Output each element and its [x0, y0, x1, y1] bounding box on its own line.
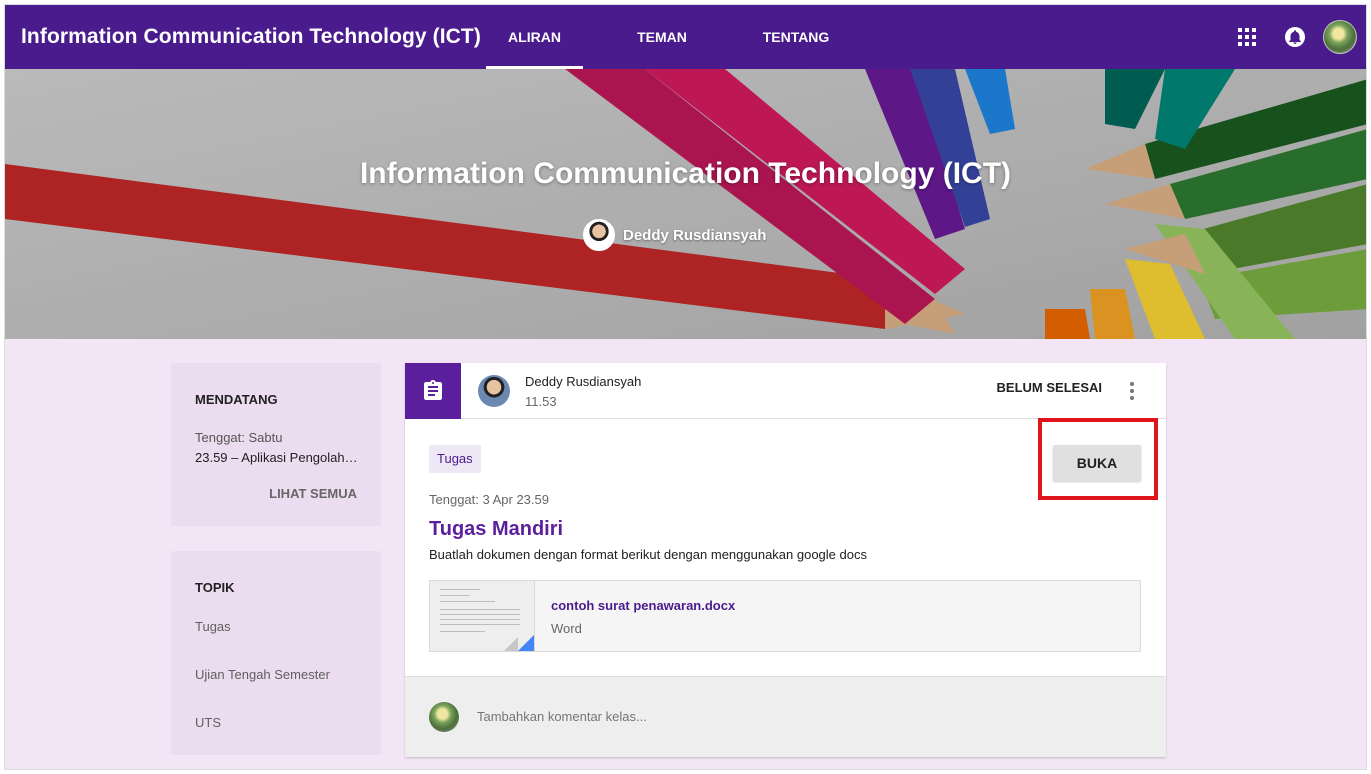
topic-item-ujian-tengah-semester[interactable]: Ujian Tengah Semester — [195, 667, 330, 682]
apps-grid-icon[interactable] — [1238, 28, 1256, 46]
assignment-description: Buatlah dokumen dengan format berikut de… — [429, 547, 867, 562]
assignment-post: Deddy Rusdiansyah 11.53 BELUM SELESAI Tu… — [405, 363, 1166, 757]
open-button[interactable]: BUKA — [1053, 445, 1141, 481]
class-banner: Information Communication Technology (IC… — [5, 69, 1366, 339]
poster-avatar — [478, 375, 510, 407]
banner-class-title: Information Communication Technology (IC… — [359, 157, 1012, 190]
colored-pencils-image — [5, 69, 1366, 339]
topic-chip[interactable]: Tugas — [429, 445, 481, 473]
poster-name: Deddy Rusdiansyah — [525, 374, 642, 389]
post-time: 11.53 — [525, 394, 557, 409]
topics-heading: TOPIK — [195, 580, 235, 595]
clipboard-icon — [424, 380, 442, 400]
tab-aliran[interactable]: ALIRAN — [486, 5, 583, 69]
post-header: Deddy Rusdiansyah 11.53 BELUM SELESAI — [405, 363, 1166, 419]
topic-item-uts[interactable]: UTS — [195, 715, 221, 730]
assignment-title[interactable]: Tugas Mandiri — [429, 518, 563, 541]
tab-teman-sekelas[interactable]: TEMAN SEKELAS — [603, 5, 721, 109]
upcoming-heading: MENDATANG — [195, 392, 278, 407]
topic-item-tugas[interactable]: Tugas — [195, 619, 231, 634]
classroom-window: Information Communication Technology (IC… — [4, 4, 1367, 770]
tab-tentang[interactable]: TENTANG — [761, 5, 831, 69]
word-doc-icon — [518, 635, 534, 651]
top-app-bar: Information Communication Technology (IC… — [5, 5, 1366, 109]
class-comment-input[interactable]: Tambahkan komentar kelas... — [477, 709, 647, 724]
upcoming-due-item[interactable]: 23.59 – Aplikasi Pengolah… — [195, 450, 365, 465]
class-comment-bar: Tambahkan komentar kelas... — [405, 676, 1166, 757]
teacher-info: Deddy Rusdiansyah — [583, 219, 766, 251]
assignment-type-badge — [405, 363, 461, 419]
attachment-thumbnail — [430, 581, 535, 651]
attachment-card[interactable]: contoh surat penawaran.docx Word — [429, 580, 1141, 652]
more-vert-icon[interactable] — [1130, 382, 1134, 400]
teacher-avatar — [583, 219, 615, 251]
view-all-link[interactable]: LIHAT SEMUA — [269, 486, 357, 501]
notification-bell-icon[interactable] — [1285, 27, 1305, 47]
attachment-type: Word — [551, 621, 582, 636]
upcoming-card: MENDATANG Tenggat: Sabtu 23.59 – Aplikas… — [171, 363, 381, 526]
class-title[interactable]: Information Communication Technology (IC… — [21, 5, 481, 69]
topics-card: TOPIK Tugas Ujian Tengah Semester UTS — [171, 551, 381, 755]
assignment-due-date: Tenggat: 3 Apr 23.59 — [429, 492, 549, 507]
commenter-avatar — [429, 702, 459, 732]
status-label: BELUM SELESAI — [996, 380, 1102, 395]
teacher-name: Deddy Rusdiansyah — [623, 226, 767, 244]
attachment-name[interactable]: contoh surat penawaran.docx — [551, 598, 735, 613]
upcoming-due-label: Tenggat: Sabtu — [195, 430, 283, 445]
account-avatar[interactable] — [1323, 20, 1357, 54]
